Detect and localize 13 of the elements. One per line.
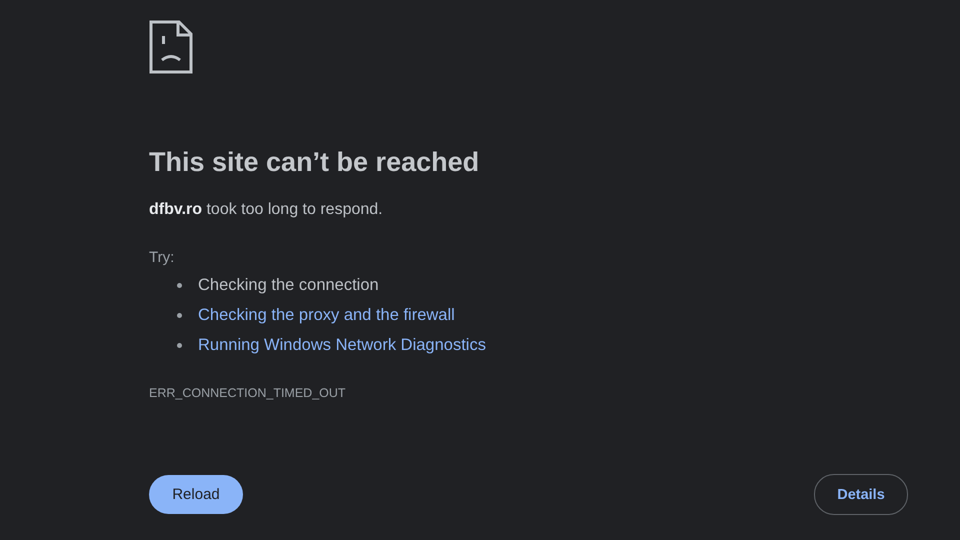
- try-label: Try:: [149, 248, 174, 267]
- bullet-icon: [177, 312, 182, 318]
- error-code: ERR_CONNECTION_TIMED_OUT: [149, 385, 346, 401]
- bullet-icon: [177, 282, 182, 288]
- bullet-icon: [177, 342, 182, 348]
- sad-page-icon: [149, 20, 193, 74]
- suggestion-link[interactable]: Checking the proxy and the firewall: [198, 305, 455, 325]
- suggestion-link[interactable]: Running Windows Network Diagnostics: [198, 335, 486, 355]
- suggestion-text: Checking the connection: [198, 275, 379, 295]
- error-message: dfbv.ro took too long to respond.: [149, 200, 383, 220]
- reload-button[interactable]: Reload: [149, 475, 243, 514]
- details-button[interactable]: Details: [814, 474, 908, 515]
- error-title: This site can’t be reached: [149, 146, 480, 178]
